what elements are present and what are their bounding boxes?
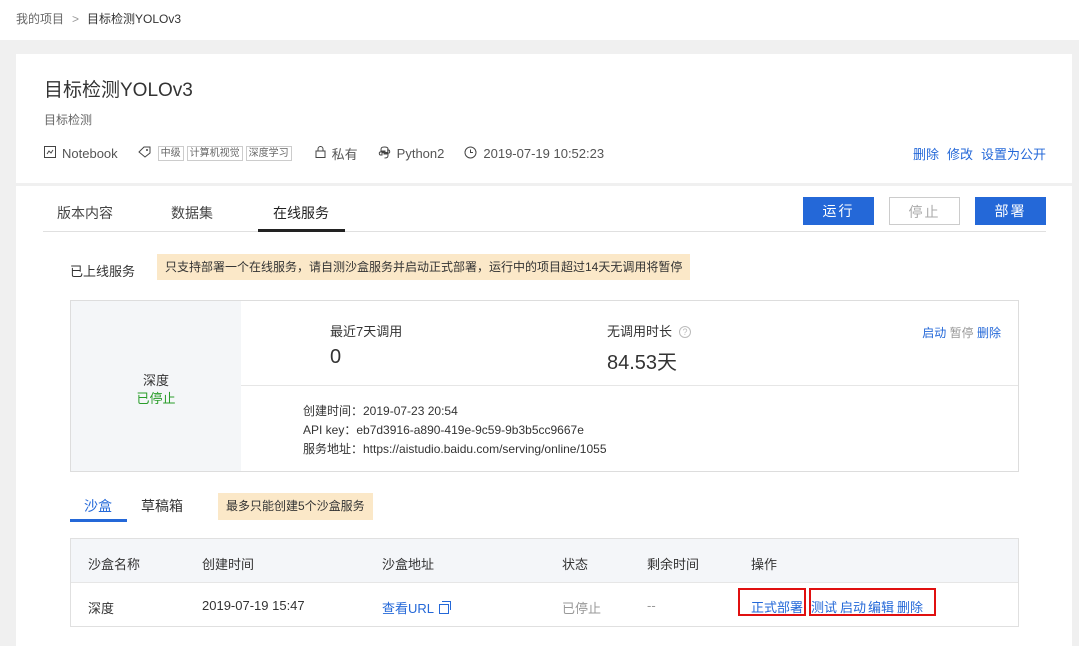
row-name: 深度: [88, 601, 115, 616]
breadcrumb: 我的项目 > 目标检测YOLOv3: [16, 10, 181, 27]
breadcrumb-current: 目标检测YOLOv3: [87, 12, 182, 26]
tag-icon: [137, 146, 152, 161]
meta-type: Notebook: [44, 146, 118, 161]
active-tab-indicator: [258, 229, 345, 232]
start-link[interactable]: 启动: [840, 597, 866, 616]
idle-label-text: 无调用时长: [607, 324, 673, 339]
meta-created: 2019-07-19 10:52:23: [464, 146, 604, 162]
run-button[interactable]: 运行: [803, 197, 874, 225]
sandbox-notice: 最多只能创建5个沙盒服务: [218, 493, 373, 520]
notebook-icon: [44, 146, 56, 161]
project-header-card: 目标检测YOLOv3 目标检测 Notebook 中级 计算机视觉 深度学习 私…: [16, 54, 1072, 183]
idle-label: 无调用时长?: [607, 321, 692, 340]
tab-sandbox[interactable]: 沙盒: [84, 496, 112, 516]
idle-value: 84.53天: [607, 352, 678, 374]
sandbox-table: 沙盒名称 创建时间 沙盒地址 状态 剩余时间 操作 深度 2019-07-19 …: [70, 538, 1019, 627]
calls-label: 最近7天调用: [330, 324, 403, 339]
service-url: 服务地址：https://aistudio.baidu.com/serving/…: [303, 442, 607, 456]
meta-env: Python2: [378, 145, 445, 162]
edit-project-link[interactable]: 修改: [947, 144, 973, 163]
service-divider: [241, 385, 1018, 386]
service-api-key: API key：eb7d3916-a890-419e-9c59-9b3b5cc9…: [303, 423, 584, 437]
service-status: 已停止: [136, 391, 176, 406]
tab-dataset[interactable]: 数据集: [171, 203, 213, 223]
lock-icon: [315, 146, 326, 161]
col-created: 创建时间: [202, 557, 255, 572]
meta-visibility: 私有: [315, 144, 358, 163]
view-url-text: 查看URL: [382, 601, 435, 616]
col-url: 沙盒地址: [382, 557, 435, 572]
delete-link[interactable]: 删除: [897, 597, 923, 616]
tag-level: 中级: [157, 146, 184, 161]
start-service-link[interactable]: 启动: [922, 326, 946, 340]
delete-service-link[interactable]: 删除: [977, 326, 1001, 340]
row-remaining: --: [647, 598, 656, 613]
sandbox-tab-indicator: [70, 519, 127, 522]
service-name: 深度: [142, 373, 169, 388]
meta-tags: 中级 计算机视觉 深度学习: [137, 146, 295, 161]
online-services-label: 已上线服务: [70, 264, 136, 279]
python-icon: [378, 145, 391, 162]
deploy-button[interactable]: 部署: [975, 197, 1046, 225]
top-bar: 我的项目 > 目标检测YOLOv3: [0, 0, 1079, 40]
row-created: 2019-07-19 15:47: [202, 598, 305, 613]
tab-online-service[interactable]: 在线服务: [273, 203, 329, 223]
service-info: 创建时间：2019-07-23 20:54 API key：eb7d3916-a…: [303, 402, 607, 459]
meta-visibility-label: 私有: [331, 147, 358, 162]
tag-dl: 深度学习: [245, 146, 292, 161]
pause-service-link: 暂停: [949, 326, 974, 340]
make-public-link[interactable]: 设置为公开: [981, 144, 1046, 163]
main-panel: 版本内容 数据集 在线服务 运行 停止 部署 已上线服务 只支持部署一个在线服务…: [16, 186, 1072, 646]
delete-project-link[interactable]: 删除: [913, 144, 939, 163]
project-actions: 删除 修改 设置为公开: [905, 144, 1046, 163]
service-created: 创建时间：2019-07-23 20:54: [303, 404, 458, 418]
row-status: 已停止: [562, 601, 602, 616]
clock-icon: [464, 146, 477, 162]
edit-link[interactable]: 编辑: [868, 597, 894, 616]
stop-button[interactable]: 停止: [889, 197, 960, 225]
tab-version-content[interactable]: 版本内容: [57, 203, 113, 223]
formal-deploy-link[interactable]: 正式部署: [751, 597, 803, 616]
tab-drafts[interactable]: 草稿箱: [141, 496, 183, 516]
project-subtitle: 目标检测: [44, 113, 93, 127]
col-remaining: 剩余时间: [647, 557, 700, 572]
view-url-link[interactable]: 查看URL: [382, 598, 452, 617]
help-icon[interactable]: ?: [679, 326, 692, 338]
breadcrumb-separator: >: [72, 12, 80, 26]
col-name: 沙盒名称: [88, 557, 141, 572]
table-header: 沙盒名称 创建时间 沙盒地址 状态 剩余时间 操作: [71, 539, 1018, 583]
project-title: 目标检测YOLOv3: [44, 80, 193, 101]
calls-value: 0: [330, 346, 342, 368]
breadcrumb-my-projects[interactable]: 我的项目: [16, 12, 64, 26]
meta-env-label: Python2: [396, 146, 445, 161]
external-link-icon: [439, 601, 452, 614]
col-actions: 操作: [751, 557, 778, 572]
col-status: 状态: [562, 557, 589, 572]
meta-created-label: 2019-07-19 10:52:23: [483, 146, 605, 161]
service-actions: 启动 暂停 删除: [922, 324, 1001, 341]
test-link[interactable]: 测试: [811, 597, 837, 616]
meta-type-label: Notebook: [62, 146, 118, 161]
tag-cv: 计算机视觉: [186, 146, 243, 161]
online-notice: 只支持部署一个在线服务，请自测沙盒服务并启动正式部署，运行中的项目超过14天无调…: [157, 254, 691, 280]
service-summary: 深度 已停止: [71, 301, 241, 471]
project-meta: Notebook 中级 计算机视觉 深度学习 私有 Python2 2019-0…: [44, 144, 624, 163]
online-service-card: 深度 已停止 最近7天调用 0 无调用时长? 84.53天 启动 暂停 删除 创…: [70, 300, 1019, 472]
